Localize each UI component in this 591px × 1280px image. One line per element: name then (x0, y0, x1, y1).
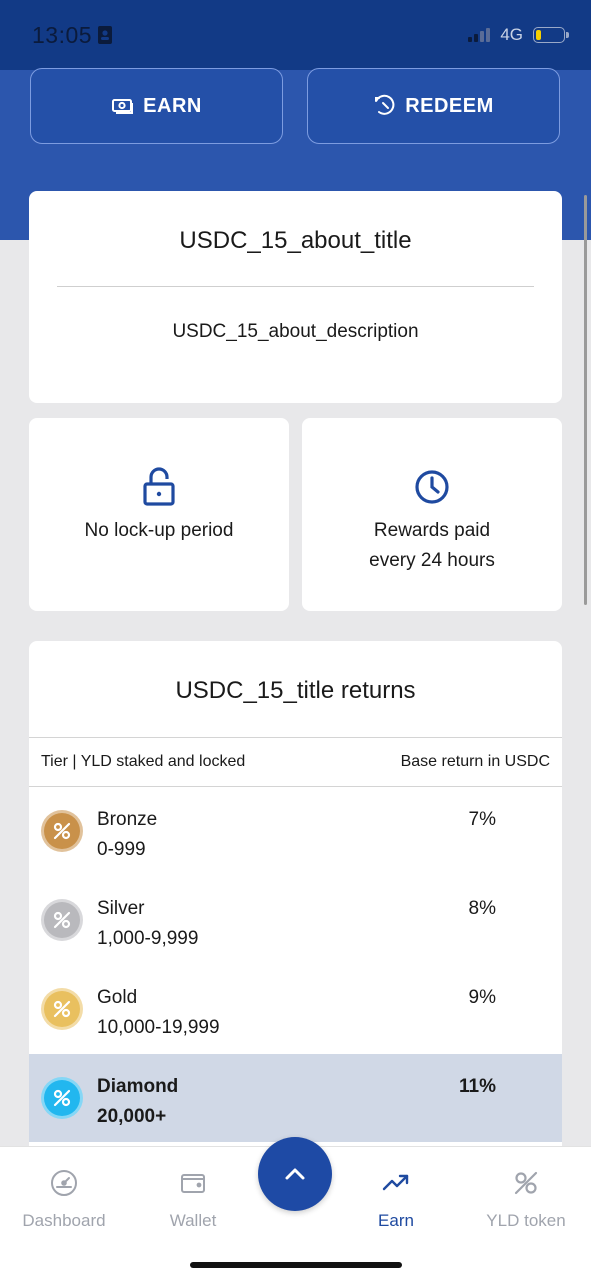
table-row-highlighted: Diamond 20,000+ 11% (29, 1054, 562, 1142)
nav-label: Dashboard (22, 1211, 106, 1230)
tier-name: Bronze (97, 809, 158, 830)
returns-title: USDC_15_title returns (175, 677, 416, 704)
divider (57, 286, 534, 287)
lock-open-icon (143, 467, 175, 506)
tier-range: 10,000-19,999 (97, 1017, 220, 1038)
gold-tier-icon (41, 988, 83, 1030)
about-title: USDC_15_about_title (179, 227, 412, 254)
tier-return: 8% (468, 898, 496, 919)
gauge-icon (51, 1170, 77, 1196)
tier-name: Gold (97, 987, 138, 1008)
silver-tier-icon (41, 899, 83, 941)
scroll-up-button[interactable] (258, 1137, 332, 1211)
clock-text: 13:05 (32, 21, 93, 48)
nav-label: Wallet (169, 1211, 217, 1230)
nav-item-yld-token[interactable]: YLD token (466, 1167, 586, 1231)
battery-icon (533, 27, 569, 43)
nav-label: Earn (378, 1211, 414, 1230)
earn-button[interactable]: EARN (30, 68, 283, 144)
money-icon (112, 99, 134, 114)
column-header-return: Base return in USDC (400, 753, 550, 770)
tier-range: 0-999 (97, 839, 146, 860)
tier-name: Silver (97, 898, 145, 919)
nav-item-earn[interactable]: Earn (336, 1167, 456, 1231)
yld-token-icon (514, 1171, 538, 1195)
table-row: Bronze 0-999 7% (29, 787, 562, 875)
status-indicators: 4G (468, 25, 569, 45)
feature-card-rewards: Rewards paid every 24 hours (302, 418, 562, 611)
chevron-up-icon (285, 1168, 305, 1180)
earn-label: EARN (143, 94, 202, 117)
nav-item-dashboard[interactable]: Dashboard (4, 1167, 124, 1231)
table-row: Gold 10,000-19,999 9% (29, 965, 562, 1053)
feature-card-lockup: No lock-up period (29, 418, 289, 611)
signal-icon (468, 28, 491, 42)
bottom-navigation: Dashboard Wallet Earn YLD token (0, 1137, 591, 1280)
status-bar: 13:05 4G (0, 0, 591, 70)
nav-item-wallet[interactable]: Wallet (133, 1167, 253, 1231)
table-row: Silver 1,000-9,999 8% (29, 876, 562, 964)
wallet-icon (181, 1174, 205, 1193)
table-header: Tier | YLD staked and locked Base return… (29, 737, 562, 787)
column-header-tier: Tier | YLD staked and locked (41, 753, 246, 770)
tier-name: Diamond (97, 1076, 179, 1097)
diamond-tier-icon (41, 1077, 83, 1119)
redeem-icon (375, 94, 395, 115)
tier-range: 1,000-9,999 (97, 928, 199, 949)
tier-return: 11% (459, 1076, 496, 1097)
redeem-button[interactable]: REDEEM (307, 68, 560, 144)
trending-up-icon (382, 1174, 409, 1191)
tier-range: 20,000+ (97, 1106, 167, 1127)
about-description: USDC_15_about_description (172, 321, 419, 342)
home-indicator (190, 1262, 402, 1268)
network-label: 4G (500, 25, 523, 44)
clock-icon (415, 470, 449, 504)
status-time: 13:05 (32, 21, 113, 49)
feature-text: No lock-up period (84, 520, 234, 541)
about-card: USDC_15_about_title USDC_15_about_descri… (29, 191, 562, 403)
returns-card: USDC_15_title returns Tier | YLD staked … (29, 641, 562, 1161)
tier-return: 7% (468, 809, 496, 830)
feature-text: Rewards paid every 24 hours (369, 520, 495, 571)
scrollbar[interactable] (584, 195, 587, 605)
nav-label: YLD token (486, 1211, 566, 1230)
tier-return: 9% (468, 987, 496, 1008)
contact-card-icon (98, 26, 113, 44)
redeem-label: REDEEM (405, 94, 494, 117)
bronze-tier-icon (41, 810, 83, 852)
